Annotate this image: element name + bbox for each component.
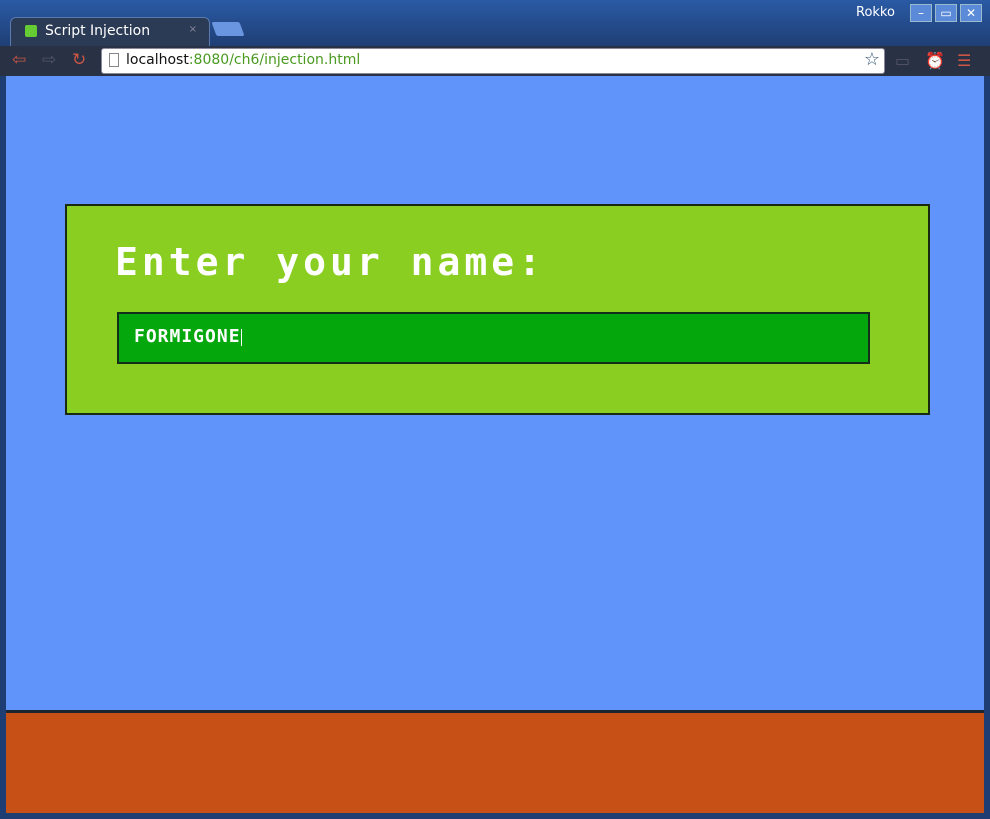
bookmark-star-icon[interactable]: ☆ xyxy=(864,49,880,70)
ground xyxy=(6,710,984,813)
new-tab-button[interactable] xyxy=(211,22,245,36)
menu-icon[interactable]: ☰ xyxy=(957,51,971,70)
page-heading: Enter your name: xyxy=(115,240,546,284)
name-value: FORMIGONE xyxy=(134,326,241,347)
favicon-icon xyxy=(25,25,37,37)
text-caret xyxy=(240,328,242,346)
address-bar[interactable]: localhost:8080/ch6/injection.html ☆ xyxy=(101,48,885,74)
back-icon[interactable]: ⇦ xyxy=(12,50,26,70)
url-path: :8080/ch6/injection.html xyxy=(188,52,361,68)
name-input[interactable]: FORMIGONE xyxy=(117,312,870,364)
alarm-clock-icon[interactable]: ⏰ xyxy=(925,51,945,70)
window-titlebar: Rokko – ▭ ✕ Script Injection × xyxy=(0,0,990,46)
page-content: Enter your name: FORMIGONE xyxy=(6,76,984,813)
tab-title: Script Injection xyxy=(45,23,151,39)
url-host: localhost xyxy=(126,52,189,68)
extension-cast-icon[interactable]: ▭ xyxy=(895,51,910,70)
name-entry-panel: Enter your name: FORMIGONE xyxy=(65,204,930,415)
tab-close-icon[interactable]: × xyxy=(189,24,197,35)
maximize-button[interactable]: ▭ xyxy=(935,4,957,22)
reload-icon[interactable]: ↻ xyxy=(72,50,86,70)
forward-icon[interactable]: ⇨ xyxy=(42,50,56,70)
user-name[interactable]: Rokko xyxy=(850,5,901,20)
browser-toolbar: ⇦ ⇨ ↻ localhost:8080/ch6/injection.html … xyxy=(0,46,990,76)
tab-script-injection[interactable]: Script Injection × xyxy=(10,17,210,46)
minimize-button[interactable]: – xyxy=(910,4,932,22)
close-window-button[interactable]: ✕ xyxy=(960,4,982,22)
page-icon xyxy=(109,53,119,67)
